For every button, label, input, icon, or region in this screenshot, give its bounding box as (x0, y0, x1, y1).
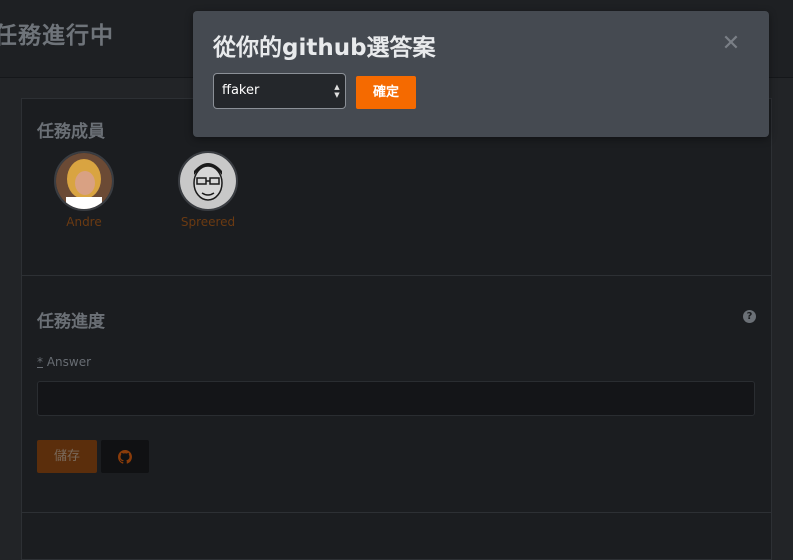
repo-select[interactable]: ffaker ▲ ▼ (213, 73, 346, 109)
avatar[interactable] (54, 151, 114, 211)
repo-select-value: ffaker (222, 83, 260, 98)
answer-input[interactable] (37, 381, 755, 416)
github-icon (118, 450, 132, 464)
spreered-cartoon-avatar (180, 153, 236, 209)
required-mark: * (37, 355, 43, 369)
select-arrows-icon: ▲ ▼ (334, 83, 340, 99)
close-icon[interactable]: ✕ (721, 33, 741, 55)
member-spreered[interactable]: Spreered (168, 151, 248, 229)
github-answer-modal: 從你的github選答案 ✕ ffaker ▲ ▼ 確定 (193, 11, 769, 137)
answer-label: * Answer (37, 355, 91, 369)
member-name[interactable]: Andre (44, 215, 124, 229)
progress-section-title: 任務進度 (37, 312, 105, 332)
andre-photo (56, 153, 112, 209)
divider (22, 275, 771, 276)
answer-label-text: Answer (46, 355, 92, 369)
avatar[interactable] (178, 151, 238, 211)
confirm-button[interactable]: 確定 (356, 76, 416, 109)
member-name[interactable]: Spreered (168, 215, 248, 229)
members-section-title: 任務成員 (37, 122, 105, 142)
divider (22, 512, 771, 513)
save-button[interactable]: 儲存 (37, 440, 97, 473)
github-button[interactable] (101, 440, 149, 473)
mission-panel: 任務成員 Andre Spreered 任務進度 ? * Answer 儲存 (21, 98, 772, 560)
question-circle-icon[interactable]: ? (743, 310, 756, 323)
page-title: 任務進行中 (0, 23, 114, 49)
modal-title: 從你的github選答案 (213, 35, 436, 61)
member-andre[interactable]: Andre (44, 151, 124, 229)
